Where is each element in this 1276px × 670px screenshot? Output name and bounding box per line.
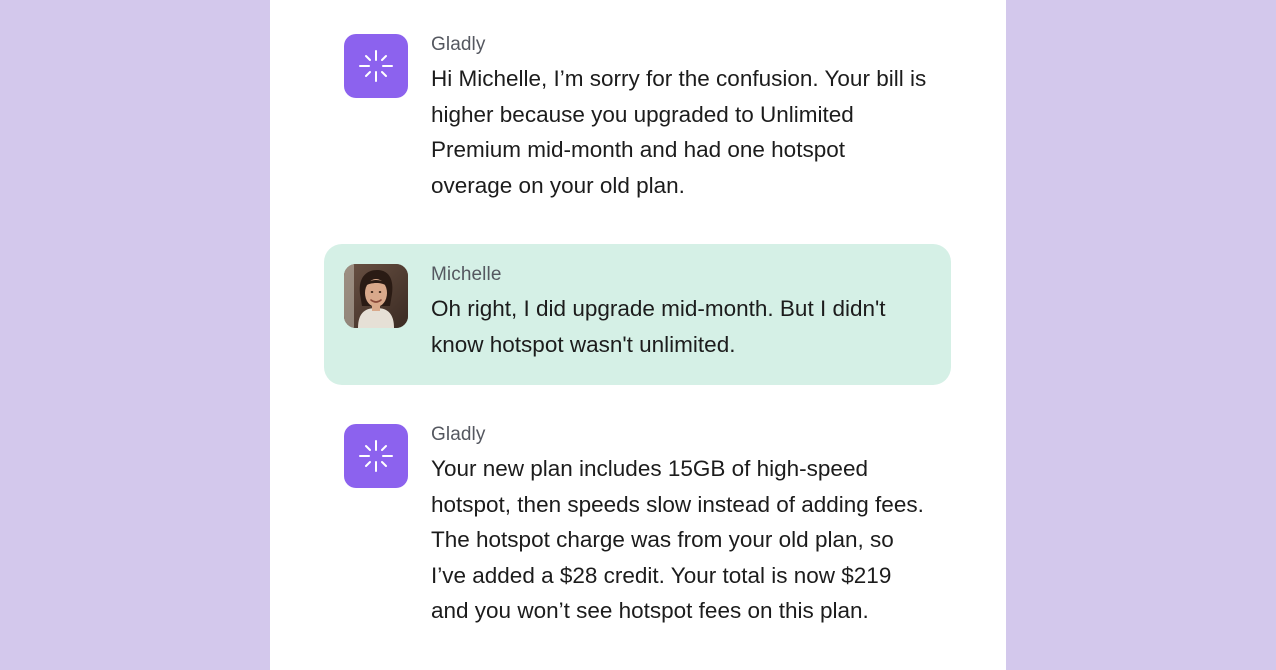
- user-photo: [344, 264, 408, 328]
- message-text: Hi Michelle, I’m sorry for the confusion…: [431, 66, 927, 198]
- chat-message-agent: Gladly Hi Michelle, I’m sorry for the co…: [324, 20, 951, 210]
- chat-message-agent: Gladly Your new plan includes 15GB of hi…: [324, 410, 951, 670]
- message-text: Oh right, I did upgrade mid-month. But I…: [431, 296, 886, 357]
- sparkle-icon: [359, 440, 393, 472]
- customer-avatar: [344, 264, 408, 328]
- chat-message-customer: Michelle Oh right, I did upgrade mid-mon…: [324, 244, 951, 385]
- message-sender: Gladly: [431, 34, 486, 55]
- sparkle-icon: [359, 50, 393, 82]
- message-sender: Michelle: [431, 264, 502, 285]
- agent-avatar: [344, 34, 408, 98]
- chat-panel: Gladly Hi Michelle, I’m sorry for the co…: [270, 0, 1006, 670]
- app-frame: Gladly Hi Michelle, I’m sorry for the co…: [0, 0, 1276, 670]
- message-text: Your new plan includes 15GB of high-spee…: [431, 456, 924, 623]
- agent-avatar: [344, 424, 408, 488]
- message-sender: Gladly: [431, 424, 486, 445]
